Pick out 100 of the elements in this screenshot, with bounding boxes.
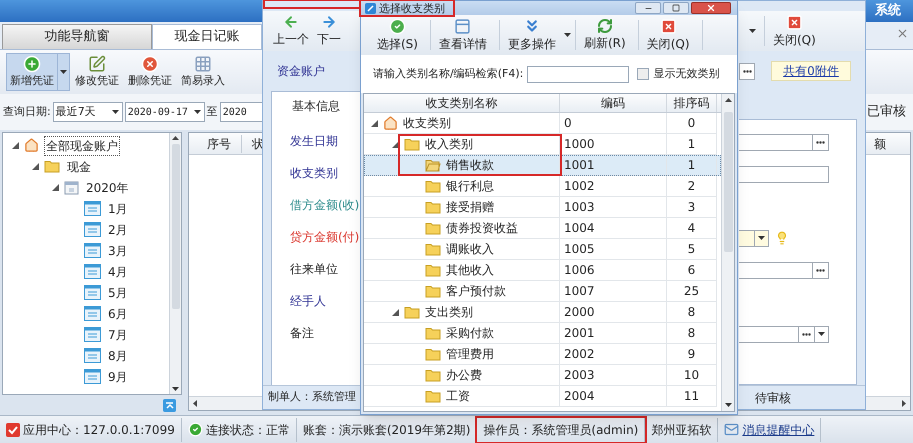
table-cell: 1002 bbox=[560, 176, 667, 197]
caret-icon[interactable] bbox=[194, 110, 201, 114]
scroll-down-icon[interactable] bbox=[724, 403, 732, 407]
table-row[interactable]: 工资 2004 11 bbox=[364, 386, 721, 407]
dropdown-button[interactable] bbox=[58, 53, 70, 91]
tab[interactable]: 现金日记账 bbox=[152, 24, 262, 49]
message-center-link[interactable]: 消息提醒中心 bbox=[742, 420, 814, 438]
folder-icon bbox=[425, 264, 441, 276]
toolbar-button[interactable]: 删除凭证 bbox=[124, 53, 176, 91]
tab[interactable]: 基本信息 bbox=[271, 91, 361, 119]
table-cell: 11 bbox=[667, 386, 717, 407]
scroll-up-icon[interactable] bbox=[724, 98, 732, 102]
scroll-right-icon[interactable] bbox=[902, 400, 906, 407]
table-row[interactable]: 其他收入 1006 6 bbox=[364, 260, 721, 281]
tree-item[interactable]: 5月 bbox=[106, 282, 130, 302]
attachments-link[interactable]: 共有0附件 bbox=[771, 61, 851, 81]
scroll-up-icon[interactable] bbox=[172, 136, 179, 140]
expand-arrow-icon[interactable] bbox=[392, 140, 398, 148]
table-cell: 3 bbox=[667, 197, 717, 218]
table-row[interactable]: 采购付款 2001 8 bbox=[364, 323, 721, 344]
scroll-down-icon[interactable] bbox=[172, 387, 179, 391]
maximize-button[interactable] bbox=[663, 2, 689, 14]
calendar-page-icon bbox=[84, 264, 101, 279]
toolbar-button[interactable]: 下一 bbox=[315, 14, 343, 48]
table-row[interactable]: 销售收款 1001 1 bbox=[364, 155, 721, 176]
lookup-field[interactable] bbox=[739, 262, 829, 278]
table-row[interactable]: 管理费用 2002 9 bbox=[364, 344, 721, 365]
tree-item[interactable]: 2月 bbox=[106, 220, 130, 240]
lookup-button[interactable] bbox=[739, 62, 755, 80]
dropdown-field[interactable] bbox=[739, 230, 769, 246]
edit-icon bbox=[88, 54, 106, 73]
table-cell: 2001 bbox=[560, 323, 667, 344]
toolbar-button[interactable]: 查看详情 bbox=[430, 18, 495, 52]
checkbox[interactable] bbox=[637, 68, 650, 80]
column-header[interactable]: 收支类别名称 bbox=[364, 94, 560, 112]
close-icon[interactable] bbox=[896, 27, 909, 40]
lookup-field[interactable] bbox=[739, 134, 829, 150]
close-icon bbox=[706, 3, 716, 13]
vertical-scrollbar[interactable] bbox=[721, 94, 734, 411]
range-dropdown[interactable]: 最近7天 bbox=[52, 102, 123, 122]
tree-item[interactable]: 4月 bbox=[106, 262, 130, 282]
toolbar-button[interactable]: 刷新(R) bbox=[576, 18, 634, 52]
caret-icon[interactable] bbox=[818, 332, 825, 336]
tree-item[interactable]: 7月 bbox=[106, 324, 130, 344]
toolbar-button[interactable]: 修改凭证 bbox=[71, 53, 123, 91]
column-header[interactable]: 额 bbox=[874, 134, 886, 152]
table-row[interactable]: 银行利息 1002 2 bbox=[364, 176, 721, 197]
caret-icon[interactable] bbox=[564, 33, 571, 37]
table-row[interactable]: 客户预付款 1007 25 bbox=[364, 281, 721, 302]
close-button[interactable] bbox=[691, 2, 731, 14]
tree-item[interactable]: 2020年 bbox=[84, 178, 131, 198]
toolbar-button[interactable]: 关闭(Q) bbox=[638, 18, 698, 52]
caret-icon[interactable] bbox=[749, 29, 756, 33]
collapse-icon[interactable] bbox=[163, 398, 176, 412]
table-row[interactable]: 接受捐赠 1003 3 bbox=[364, 197, 721, 218]
column-header[interactable]: 序号 bbox=[197, 134, 242, 152]
search-field[interactable] bbox=[527, 66, 630, 82]
toolbar-button[interactable]: 新增凭证 bbox=[6, 53, 58, 91]
column-header[interactable]: 编码 bbox=[560, 94, 667, 112]
table-row[interactable]: 支出类别 2000 8 bbox=[364, 302, 721, 323]
table-cell-text: 客户预付款 bbox=[446, 283, 506, 300]
expand-arrow-icon[interactable] bbox=[32, 163, 38, 170]
table-row[interactable]: 收支类别 0 0 bbox=[364, 113, 721, 134]
text-field[interactable] bbox=[739, 166, 829, 182]
scroll-left-icon[interactable] bbox=[193, 400, 197, 407]
tree-item[interactable]: 1月 bbox=[106, 198, 130, 218]
table-cell: 1004 bbox=[560, 218, 667, 239]
start-date-field[interactable]: 2020-09-17 bbox=[124, 102, 205, 122]
caret-icon[interactable] bbox=[60, 70, 67, 74]
lookup-dropdown-field[interactable] bbox=[739, 326, 829, 342]
app-icon bbox=[365, 2, 376, 14]
tree-item[interactable]: 3月 bbox=[106, 240, 130, 260]
field-label: 备注 bbox=[290, 325, 314, 342]
column-header[interactable]: 排序码 bbox=[667, 94, 717, 112]
tab[interactable]: 功能导航窗 bbox=[2, 24, 152, 49]
table-row[interactable]: 调账收入 1005 5 bbox=[364, 239, 721, 260]
expand-arrow-icon[interactable] bbox=[52, 184, 58, 191]
expand-arrow-icon[interactable] bbox=[370, 120, 378, 126]
app-icon bbox=[6, 422, 20, 436]
table-row[interactable]: 债券投资收益 1004 4 bbox=[364, 218, 721, 239]
tree-item[interactable]: 9月 bbox=[106, 366, 130, 386]
tree-item[interactable]: 8月 bbox=[106, 346, 130, 366]
caret-icon[interactable] bbox=[758, 236, 765, 240]
expand-arrow-icon[interactable] bbox=[12, 142, 18, 149]
table-cell: 0 bbox=[560, 113, 667, 134]
toolbar-button[interactable]: 更多操作 bbox=[500, 17, 564, 53]
tree-item[interactable]: 现金 bbox=[65, 156, 93, 176]
caret-icon[interactable] bbox=[112, 110, 119, 114]
toolbar-button[interactable]: 选择(S) bbox=[369, 18, 426, 52]
audit-status: 已审核 bbox=[867, 103, 906, 122]
vertical-scrollbar[interactable] bbox=[169, 133, 181, 394]
toolbar-button[interactable]: 简易录入 bbox=[177, 53, 229, 91]
table-cell: 8 bbox=[667, 302, 717, 323]
table-cell-text: 销售收款 bbox=[446, 157, 494, 174]
table-row[interactable]: 办公费 2003 10 bbox=[364, 365, 721, 386]
toolbar-button[interactable]: 上一个 bbox=[271, 14, 311, 48]
calendar-page-icon bbox=[84, 222, 101, 237]
tree-item[interactable]: 全部现金账户 bbox=[44, 136, 120, 156]
expand-arrow-icon[interactable] bbox=[392, 308, 398, 316]
tree-item[interactable]: 6月 bbox=[106, 304, 130, 324]
